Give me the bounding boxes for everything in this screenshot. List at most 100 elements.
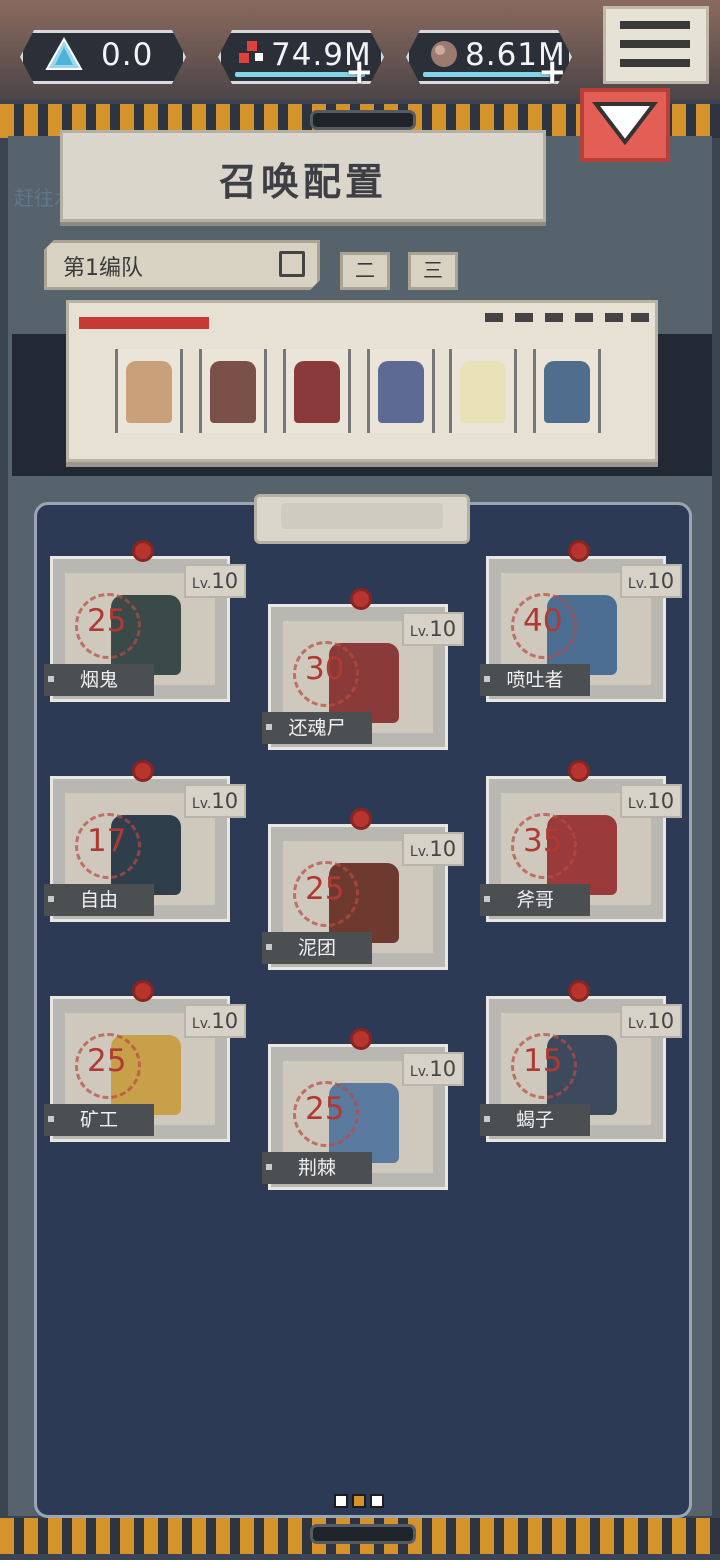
unit-card[interactable]: 40 Lv.10 喷吐者 [480, 540, 682, 702]
level-value: 10 [211, 789, 239, 813]
card-name-plate: 蝎子 [480, 1104, 590, 1136]
card-name-plate: 喷吐者 [480, 664, 590, 696]
card-pin [350, 588, 372, 610]
level-value: 10 [429, 617, 457, 641]
crystal-resource[interactable]: 0.0 [20, 30, 186, 84]
level-prefix: Lv. [191, 576, 212, 592]
name-dot [266, 944, 272, 950]
blood-icon [235, 39, 269, 69]
menu-icon-line [620, 40, 690, 48]
level-prefix: Lv. [627, 576, 648, 592]
lineup-unit-1 [126, 361, 172, 423]
card-pin [350, 808, 372, 830]
unit-card[interactable]: 25 Lv.10 烟鬼 [44, 540, 246, 702]
lineup-slot-1[interactable] [115, 349, 183, 433]
card-level: Lv.10 [184, 1004, 246, 1038]
unit-card[interactable]: 35 Lv.10 斧哥 [480, 760, 682, 922]
ore-bar [423, 72, 553, 77]
drag-handle-top[interactable] [310, 110, 416, 130]
card-pin [132, 760, 154, 782]
card-pin [132, 980, 154, 1002]
name-dot [48, 1116, 54, 1122]
menu-button[interactable] [603, 6, 709, 84]
team-tab-2[interactable]: 二 [340, 252, 390, 290]
unit-card[interactable]: 25 Lv.10 荆棘 [262, 1028, 464, 1190]
name-dot [484, 1116, 490, 1122]
card-name-plate: 还魂尸 [262, 712, 372, 744]
card-cost: 25 [305, 871, 345, 907]
card-cost: 25 [87, 1043, 127, 1079]
lineup-dash [515, 313, 533, 322]
lineup-dash [545, 313, 563, 322]
crystal-icon [45, 37, 83, 71]
level-prefix: Lv. [627, 796, 648, 812]
card-pin [132, 540, 154, 562]
lineup-slot-4[interactable] [367, 349, 435, 433]
pagination [334, 1493, 388, 1512]
team-tab-3[interactable]: 三 [408, 252, 458, 290]
lineup-decoration [79, 317, 209, 329]
card-name-plate: 泥团 [262, 932, 372, 964]
level-value: 10 [211, 569, 239, 593]
edit-icon[interactable] [279, 251, 305, 277]
level-prefix: Lv. [409, 624, 430, 640]
lineup-banner [66, 300, 658, 462]
card-pin [568, 980, 590, 1002]
chevron-down-icon [592, 102, 658, 146]
card-name-plate: 烟鬼 [44, 664, 154, 696]
level-prefix: Lv. [191, 796, 212, 812]
level-value: 10 [211, 1009, 239, 1033]
name-dot [484, 896, 490, 902]
level-value: 10 [429, 837, 457, 861]
card-name: 自由 [79, 889, 118, 911]
card-level: Lv.10 [402, 832, 464, 866]
lineup-slot-2[interactable] [199, 349, 267, 433]
card-level: Lv.10 [620, 564, 682, 598]
team-selector[interactable]: 第1编队 [44, 240, 320, 290]
name-dot [266, 724, 272, 730]
lineup-unit-4 [378, 361, 424, 423]
card-name: 还魂尸 [288, 717, 346, 739]
level-value: 10 [647, 1009, 675, 1033]
grid-header-tab [254, 494, 470, 544]
unit-card[interactable]: 17 Lv.10 自由 [44, 760, 246, 922]
card-cost: 35 [523, 823, 563, 859]
unit-card[interactable]: 25 Lv.10 矿工 [44, 980, 246, 1142]
menu-icon-line [620, 59, 690, 67]
unit-card[interactable]: 25 Lv.10 泥团 [262, 808, 464, 970]
card-cost: 30 [305, 651, 345, 687]
card-level: Lv.10 [184, 784, 246, 818]
ore-icon [427, 38, 461, 70]
page-dot-3[interactable] [370, 1494, 384, 1508]
card-pin [568, 760, 590, 782]
lineup-dash [485, 313, 503, 322]
lineup-unit-6 [544, 361, 590, 423]
team-selector-label: 第1编队 [63, 256, 143, 281]
lineup-slot-5[interactable] [449, 349, 517, 433]
unit-card[interactable]: 15 Lv.10 蝎子 [480, 980, 682, 1142]
lineup-slot-6[interactable] [533, 349, 601, 433]
collapse-button[interactable] [580, 88, 670, 162]
page-dot-2[interactable] [352, 1494, 366, 1508]
page-title: 召唤配置 [218, 160, 387, 204]
add-blood-button[interactable]: + [345, 52, 374, 92]
unit-card[interactable]: 30 Lv.10 还魂尸 [262, 588, 464, 750]
lineup-dash [575, 313, 593, 322]
card-name-plate: 矿工 [44, 1104, 154, 1136]
add-ore-button[interactable]: + [538, 52, 567, 92]
card-name-plate: 自由 [44, 884, 154, 916]
card-name: 烟鬼 [79, 669, 118, 691]
page-dot-1[interactable] [334, 1494, 348, 1508]
card-level: Lv.10 [620, 1004, 682, 1038]
lineup-slot-3[interactable] [283, 349, 351, 433]
drag-handle-bottom[interactable] [310, 1524, 416, 1544]
lineup-dash [631, 313, 649, 322]
name-dot [266, 1164, 272, 1170]
card-name: 斧哥 [515, 889, 554, 911]
card-name: 荆棘 [297, 1157, 336, 1179]
grid-header-inner [281, 503, 443, 529]
level-value: 10 [647, 569, 675, 593]
title-plate: 召唤配置 [60, 130, 546, 222]
lineup-unit-2 [210, 361, 256, 423]
lineup-unit-3 [294, 361, 340, 423]
